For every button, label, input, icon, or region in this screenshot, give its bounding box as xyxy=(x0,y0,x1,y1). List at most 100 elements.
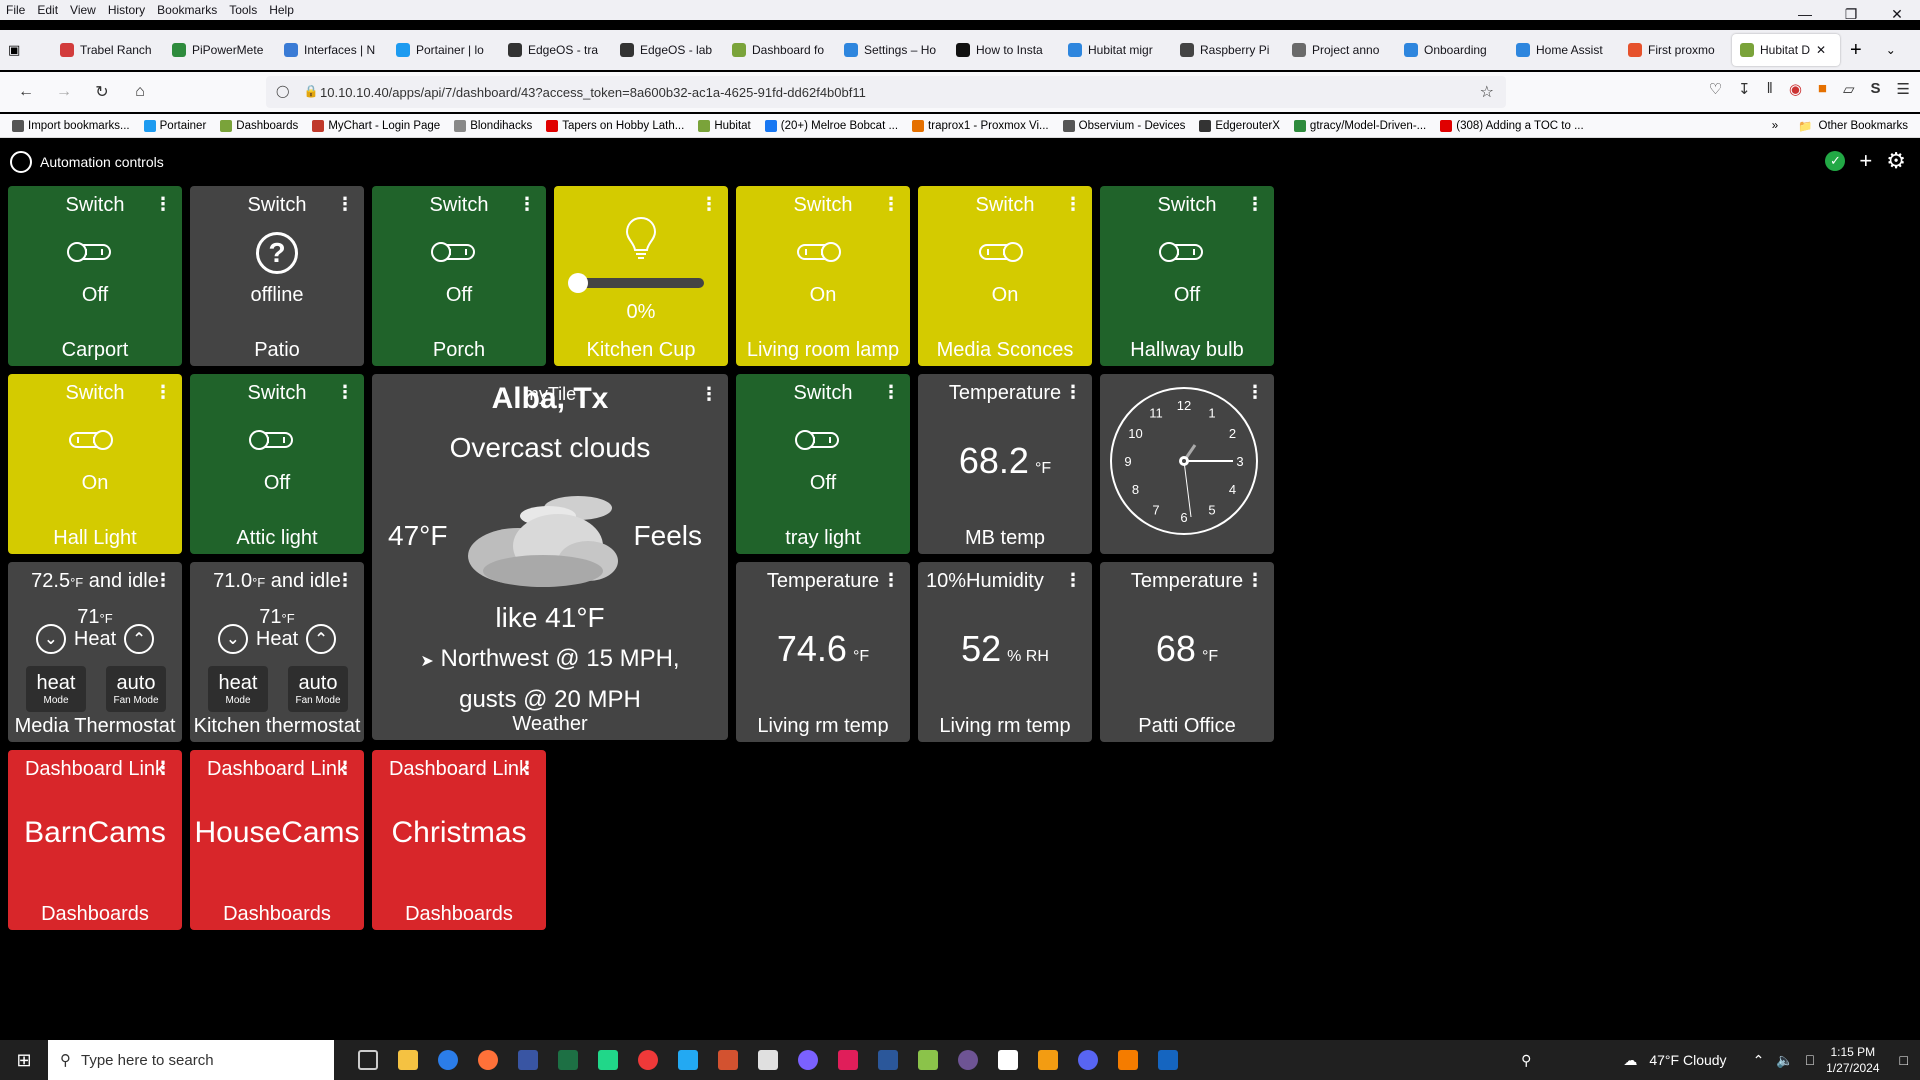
bookmark-item[interactable]: traprox1 - Proxmox Vi... xyxy=(912,119,1049,132)
minimize-icon[interactable]: — xyxy=(1782,0,1828,28)
toggle-on-icon[interactable] xyxy=(69,430,113,450)
taskbar-search[interactable]: ⚲ Type here to search xyxy=(48,1040,334,1080)
chevron-up-icon[interactable]: ⌃ xyxy=(124,624,155,654)
browser-tab[interactable]: Trabel Ranch xyxy=(52,34,162,66)
app-icon[interactable] xyxy=(798,1050,818,1070)
tile-living-room-lamp[interactable]: Switch ⋮ On Living room lamp xyxy=(736,186,910,366)
tile-menu-icon[interactable]: ⋮ xyxy=(1246,195,1264,213)
toggle-on-icon[interactable] xyxy=(797,242,841,262)
tile-hallway-bulb[interactable]: Switch ⋮ Off Hallway bulb xyxy=(1100,186,1274,366)
tab-close-icon[interactable]: ✕ xyxy=(1816,43,1826,57)
tile-media-sconces[interactable]: Switch ⋮ On Media Sconces xyxy=(918,186,1092,366)
bookmark-item[interactable]: Portainer xyxy=(143,119,206,132)
bookmark-item[interactable]: MyChart - Login Page xyxy=(312,119,440,132)
browser-tab[interactable]: EdgeOS - tra xyxy=(500,34,610,66)
chevron-down-icon[interactable]: ⌄ xyxy=(35,624,66,654)
chevron-down-icon[interactable]: ⌄ xyxy=(217,624,248,654)
menu-bookmarks[interactable]: Bookmarks xyxy=(157,3,217,17)
browser-tab[interactable]: Project anno xyxy=(1284,34,1394,66)
people-icon[interactable]: ⚲ xyxy=(1521,1052,1531,1069)
browser-tab[interactable]: Raspberry Pi xyxy=(1172,34,1282,66)
taskbar-weather[interactable]: 47°F Cloudy xyxy=(1649,1052,1726,1068)
taskbar-clock[interactable]: 1:15 PM 1/27/2024 xyxy=(1826,1044,1879,1076)
browser-tab[interactable]: PiPowerMete xyxy=(164,34,274,66)
bookmark-item[interactable]: Blondihacks xyxy=(454,119,532,132)
visio-icon[interactable] xyxy=(518,1050,538,1070)
app-icon[interactable] xyxy=(1158,1050,1178,1070)
slack-icon[interactable] xyxy=(838,1050,858,1070)
bookmark-item[interactable]: gtracy/Model-Driven-... xyxy=(1293,119,1426,132)
tile-menu-icon[interactable]: ⋮ xyxy=(1064,383,1082,401)
dashboard-link-label[interactable]: HouseCams xyxy=(190,816,364,850)
browser-tab[interactable]: EdgeOS - lab xyxy=(612,34,722,66)
tile-attic-light[interactable]: Switch ⋮ Off Attic light xyxy=(190,374,364,554)
bookmark-item[interactable]: EdgerouterX xyxy=(1199,119,1280,132)
browser-tab[interactable]: Home Assist xyxy=(1508,34,1618,66)
url-text[interactable]: 10.10.10.40/apps/api/7/dashboard/43?acce… xyxy=(320,85,866,100)
discord-icon[interactable] xyxy=(1078,1050,1098,1070)
close-icon[interactable]: ✕ xyxy=(1874,0,1920,28)
app-icon[interactable] xyxy=(1118,1050,1138,1070)
toggle-off-icon[interactable] xyxy=(795,430,839,450)
dashboard-link-label[interactable]: BarnCams xyxy=(8,816,182,850)
tile-menu-icon[interactable]: ⋮ xyxy=(700,195,718,213)
task-view-icon[interactable] xyxy=(358,1050,378,1070)
tile-weather[interactable]: myTile Alba, Tx ⋮ Overcast clouds 47°F F… xyxy=(372,374,728,740)
tile-christmas[interactable]: Dashboard Link ⋮ Christmas Dashboards xyxy=(372,750,546,930)
tile-menu-icon[interactable]: ⋮ xyxy=(1064,571,1082,589)
tile-housecams[interactable]: Dashboard Link ⋮ HouseCams Dashboards xyxy=(190,750,364,930)
library-icon[interactable]: ‖ xyxy=(1767,80,1773,98)
browser-tab[interactable]: Settings – Ho xyxy=(836,34,946,66)
tile-carport[interactable]: Switch ⋮ Off Carport xyxy=(8,186,182,366)
slider-handle[interactable] xyxy=(568,273,588,293)
bookmark-star-icon[interactable]: ☆ xyxy=(1480,82,1494,102)
browser-tab[interactable]: Onboarding xyxy=(1396,34,1506,66)
menu-edit[interactable]: Edit xyxy=(37,3,58,17)
shield-icon[interactable]: ◯ xyxy=(276,84,289,98)
vivaldi-icon[interactable] xyxy=(638,1050,658,1070)
tile-menu-icon[interactable]: ⋮ xyxy=(336,759,354,777)
forward-icon[interactable]: → xyxy=(48,76,80,108)
tile-patio[interactable]: Switch ⋮ ? offline Patio xyxy=(190,186,364,366)
bookmark-item[interactable]: Hubitat xyxy=(698,119,751,132)
tile-menu-icon[interactable]: ⋮ xyxy=(154,195,172,213)
weather-cloud-icon[interactable]: ☁ xyxy=(1623,1052,1637,1069)
chevron-up-icon[interactable]: ⌃ xyxy=(1753,1052,1765,1069)
tile-mb-temp[interactable]: Temperature ⋮ 68.2 °F MB temp xyxy=(918,374,1092,554)
mode-button[interactable]: heat Mode xyxy=(26,666,86,712)
pycharm-icon[interactable] xyxy=(598,1050,618,1070)
tile-living-rm-temp[interactable]: Temperature ⋮ 74.6 °F Living rm temp xyxy=(736,562,910,742)
browser-tab[interactable]: How to Insta xyxy=(948,34,1058,66)
tile-menu-icon[interactable]: ⋮ xyxy=(336,571,354,589)
url-bar[interactable]: 10.10.10.40/apps/api/7/dashboard/43?acce… xyxy=(266,76,1506,108)
back-icon[interactable]: ← xyxy=(10,76,42,108)
github-icon[interactable] xyxy=(958,1050,978,1070)
bookmark-item[interactable]: Dashboards xyxy=(220,119,298,132)
notifications-icon[interactable]: □ xyxy=(1900,1052,1908,1068)
browser-tab[interactable]: First proxmo xyxy=(1620,34,1730,66)
tile-menu-icon[interactable]: ⋮ xyxy=(154,383,172,401)
bookmark-item[interactable]: Tapers on Hobby Lath... xyxy=(546,119,684,132)
tile-hall-light[interactable]: Switch ⋮ On Hall Light xyxy=(8,374,182,554)
app-icon[interactable] xyxy=(1038,1050,1058,1070)
toggle-off-icon[interactable] xyxy=(249,430,293,450)
menu-file[interactable]: File xyxy=(6,3,25,17)
tile-menu-icon[interactable]: ⋮ xyxy=(700,384,718,405)
add-tile-icon[interactable]: + xyxy=(1859,150,1872,172)
file-explorer-icon[interactable] xyxy=(398,1050,418,1070)
bookmark-item[interactable]: (20+) Melroe Bobcat ... xyxy=(764,119,898,132)
tile-menu-icon[interactable]: ⋮ xyxy=(1064,195,1082,213)
tile-menu-icon[interactable]: ⋮ xyxy=(154,571,172,589)
menu-tools[interactable]: Tools xyxy=(229,3,257,17)
reload-icon[interactable]: ↻ xyxy=(86,76,118,108)
dashboard-link-label[interactable]: Christmas xyxy=(372,816,546,850)
home-icon[interactable]: ⌂ xyxy=(124,76,156,108)
lock-insecure-icon[interactable]: 🔒 xyxy=(303,84,318,98)
tab-overflow-icon[interactable]: ⌄ xyxy=(1886,43,1896,57)
tile-patti-office[interactable]: Temperature ⋮ 68 °F Patti Office xyxy=(1100,562,1274,742)
excel-icon[interactable] xyxy=(558,1050,578,1070)
browser-icon[interactable] xyxy=(438,1050,458,1070)
connected-check-icon[interactable]: ✓ xyxy=(1825,151,1846,171)
fan-mode-button[interactable]: auto Fan Mode xyxy=(288,666,348,712)
bookmark-item[interactable]: Observium - Devices xyxy=(1062,119,1185,132)
